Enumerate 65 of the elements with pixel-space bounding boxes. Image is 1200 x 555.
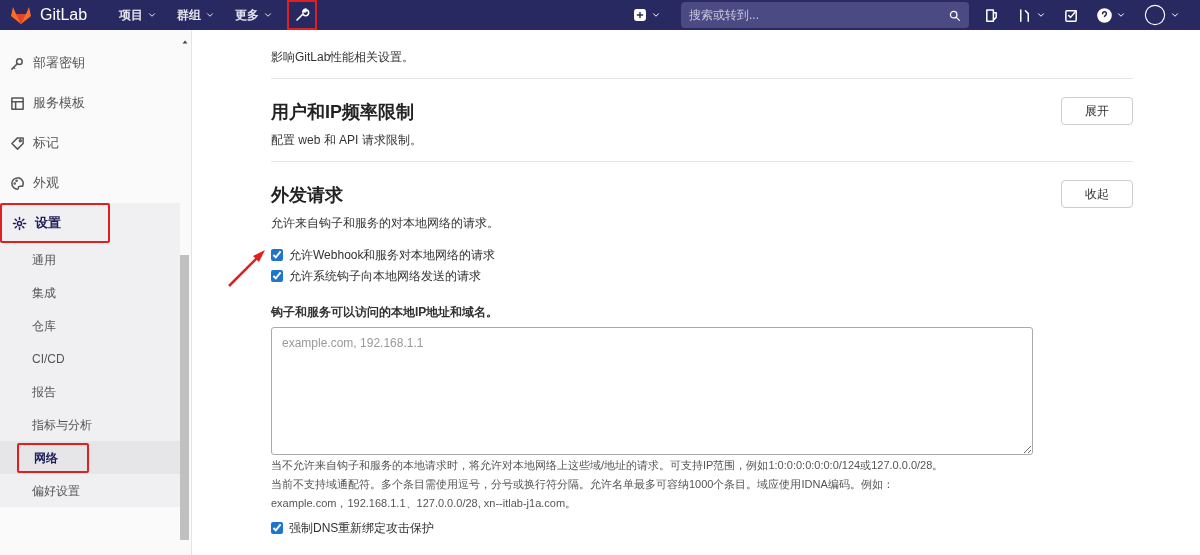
help-text: 当不允许来自钩子和服务的本地请求时，将允许对本地网络上这些域/地址的请求。可支持IP范围，例如1:0:0:0:0:0:0:0/124或127.0.0.0/28。 <box>271 458 945 473</box>
merge-request-button[interactable] <box>1017 7 1046 23</box>
nav-menu[interactable]: 群组 <box>167 0 226 30</box>
fox-logo-icon[interactable] <box>10 5 32 25</box>
checkbox-label: 强制DNS重新绑定攻击保护 <box>289 520 435 537</box>
help-text: 当前不支持域通配符。多个条目需使用逗号，分号或换行符分隔。允许名单最多可容纳1000个条目。域应使用IDNA编码。例如： <box>271 477 895 492</box>
issues-icon <box>984 7 999 23</box>
avatar-icon <box>1144 4 1166 26</box>
sidebar-item[interactable]: 服务模板 <box>0 83 180 123</box>
checkbox[interactable] <box>271 522 283 534</box>
palette-icon <box>10 175 25 191</box>
todo-icon <box>1064 7 1079 23</box>
chevron-down-icon <box>1036 10 1046 20</box>
toggle-button[interactable]: 展开 <box>1061 97 1133 125</box>
issues-button[interactable] <box>984 7 999 23</box>
sidebar-subitem[interactable]: 网络 <box>17 442 89 473</box>
section-description: 影响GitLab性能相关设置。 <box>271 49 415 66</box>
new-button[interactable] <box>633 8 661 22</box>
checkbox[interactable] <box>271 249 283 261</box>
scroll-up-arrow-icon <box>181 38 189 46</box>
layout-icon <box>10 95 25 111</box>
checkbox-label: 允许Webhook和服务对本地网络的请求 <box>289 247 496 264</box>
chevron-down-icon <box>263 10 274 20</box>
textarea-field[interactable]: example.com, 192.168.1.1 <box>271 327 1033 455</box>
sidebar-subitem[interactable]: CI/CD <box>17 343 80 374</box>
chevron-down-icon <box>147 10 158 20</box>
admin-button[interactable] <box>287 0 318 30</box>
key-icon <box>10 55 25 71</box>
chevron-down-icon <box>1116 10 1126 20</box>
user-menu[interactable] <box>1144 4 1180 26</box>
section-title: 用户和IP频率限制 <box>271 101 415 124</box>
plus-icon <box>633 8 647 22</box>
sidebar-subitem[interactable]: 指标与分析 <box>17 409 107 440</box>
sidebar-subitem[interactable]: 仓库 <box>17 310 71 341</box>
chevron-down-icon <box>1170 10 1180 20</box>
sidebar-item[interactable]: 设置 <box>0 203 110 243</box>
sidebar-subitem[interactable]: 集成 <box>17 277 71 308</box>
sidebar-item[interactable]: 标记 <box>0 123 180 163</box>
toggle-button[interactable]: 收起 <box>1061 180 1133 208</box>
checkbox[interactable] <box>271 270 283 282</box>
nav-menu[interactable]: 项目 <box>109 0 168 30</box>
tag-icon <box>10 135 25 151</box>
chevron-down-icon <box>205 10 216 20</box>
help-icon <box>1097 7 1112 23</box>
section-title: 外发请求 <box>271 184 344 207</box>
sidebar-subitem[interactable]: 通用 <box>17 244 71 275</box>
search-field[interactable]: 搜索或转到... <box>681 2 969 28</box>
section-description: 允许来自钩子和服务的对本地网络的请求。 <box>271 215 499 232</box>
scroll-up-icon[interactable] <box>181 38 189 46</box>
nav-menu[interactable]: 更多 <box>225 0 284 30</box>
sidebar-subitem[interactable]: 报告 <box>17 376 71 407</box>
help-text: example.com，192.168.1.1、127.0.0.0/28, xn--itlab-j1a.com。 <box>271 496 578 511</box>
field-label: 钩子和服务可以访问的本地IP地址和域名。 <box>271 304 500 321</box>
brand-name[interactable]: GitLab <box>40 3 88 27</box>
search-icon <box>948 9 961 22</box>
todo-button[interactable] <box>1064 7 1079 23</box>
help-button[interactable] <box>1097 7 1126 23</box>
chevron-down-icon <box>651 10 661 20</box>
sidebar-item[interactable]: 部署密钥 <box>0 43 180 83</box>
section-description: 配置 web 和 API 请求限制。 <box>271 132 422 149</box>
sidebar-item[interactable]: 外观 <box>0 163 180 203</box>
sidebar-subitem[interactable]: 偏好设置 <box>17 475 95 506</box>
merge-request-icon <box>1017 7 1032 23</box>
checkbox-label: 允许系统钩子向本地网络发送的请求 <box>289 268 481 285</box>
scrollbar-thumb[interactable] <box>180 255 189 540</box>
